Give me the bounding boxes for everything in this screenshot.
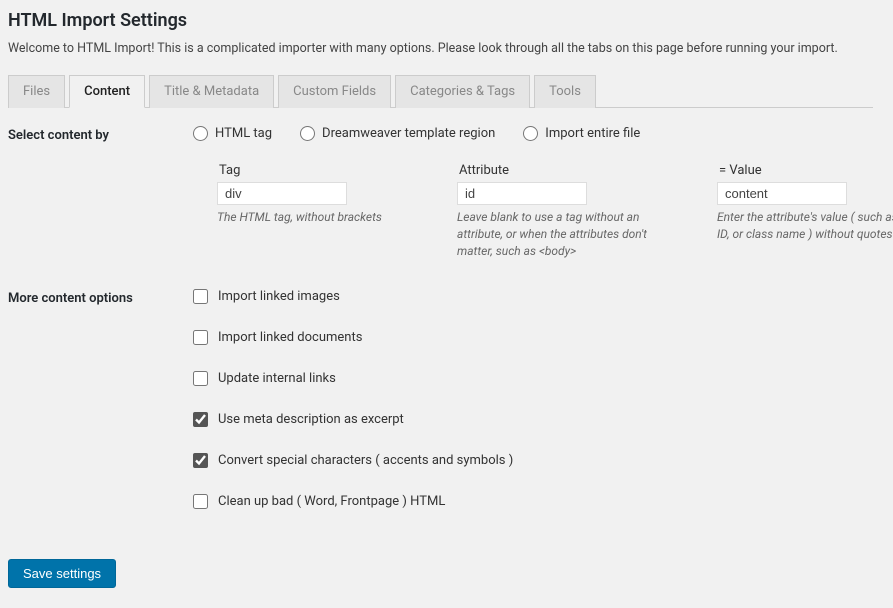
check-meta-excerpt[interactable]: Use meta description as excerpt xyxy=(193,412,873,427)
check-convert-chars-input[interactable] xyxy=(193,453,208,468)
check-update-links-label: Update internal links xyxy=(218,371,336,386)
check-clean-html[interactable]: Clean up bad ( Word, Frontpage ) HTML xyxy=(193,494,873,509)
tab-title-metadata[interactable]: Title & Metadata xyxy=(149,75,274,108)
tab-tools[interactable]: Tools xyxy=(534,75,596,108)
radio-html-tag-input[interactable] xyxy=(193,126,208,141)
check-clean-html-label: Clean up bad ( Word, Frontpage ) HTML xyxy=(218,494,445,509)
check-import-documents[interactable]: Import linked documents xyxy=(193,330,873,345)
tab-files[interactable]: Files xyxy=(8,75,65,108)
value-field-help: Enter the attribute's value ( such as wi… xyxy=(717,209,893,243)
radio-html-tag-label: HTML tag xyxy=(215,126,272,141)
check-import-documents-label: Import linked documents xyxy=(218,330,362,345)
value-field[interactable] xyxy=(717,182,847,205)
radio-dreamweaver-label: Dreamweaver template region xyxy=(322,126,495,141)
save-button[interactable]: Save settings xyxy=(8,559,116,588)
attribute-field-help: Leave blank to use a tag without an attr… xyxy=(457,209,677,259)
check-convert-chars-label: Convert special characters ( accents and… xyxy=(218,453,513,468)
check-update-links-input[interactable] xyxy=(193,371,208,386)
intro-text: Welcome to HTML Import! This is a compli… xyxy=(8,41,873,56)
radio-dreamweaver-input[interactable] xyxy=(300,126,315,141)
check-import-documents-input[interactable] xyxy=(193,330,208,345)
more-options-label: More content options xyxy=(8,289,193,509)
check-convert-chars[interactable]: Convert special characters ( accents and… xyxy=(193,453,873,468)
value-field-label: = Value xyxy=(717,163,893,178)
radio-dreamweaver[interactable]: Dreamweaver template region xyxy=(300,126,495,141)
check-import-images[interactable]: Import linked images xyxy=(193,289,873,304)
attribute-field[interactable] xyxy=(457,182,587,205)
page-title: HTML Import Settings xyxy=(8,10,873,31)
radio-import-entire[interactable]: Import entire file xyxy=(523,126,640,141)
check-meta-excerpt-input[interactable] xyxy=(193,412,208,427)
radio-import-entire-label: Import entire file xyxy=(545,126,640,141)
tabs-bar: Files Content Title & Metadata Custom Fi… xyxy=(8,74,873,108)
check-import-images-label: Import linked images xyxy=(218,289,340,304)
check-import-images-input[interactable] xyxy=(193,289,208,304)
tab-content[interactable]: Content xyxy=(69,75,145,108)
tag-field-help: The HTML tag, without brackets xyxy=(217,209,417,226)
tag-field-label: Tag xyxy=(217,163,417,178)
tag-field[interactable] xyxy=(217,182,347,205)
check-clean-html-input[interactable] xyxy=(193,494,208,509)
radio-html-tag[interactable]: HTML tag xyxy=(193,126,272,141)
check-update-links[interactable]: Update internal links xyxy=(193,371,873,386)
tab-categories-tags[interactable]: Categories & Tags xyxy=(395,75,530,108)
check-meta-excerpt-label: Use meta description as excerpt xyxy=(218,412,404,427)
select-content-label: Select content by xyxy=(8,126,193,259)
attribute-field-label: Attribute xyxy=(457,163,677,178)
radio-import-entire-input[interactable] xyxy=(523,126,538,141)
tab-custom-fields[interactable]: Custom Fields xyxy=(278,75,391,108)
